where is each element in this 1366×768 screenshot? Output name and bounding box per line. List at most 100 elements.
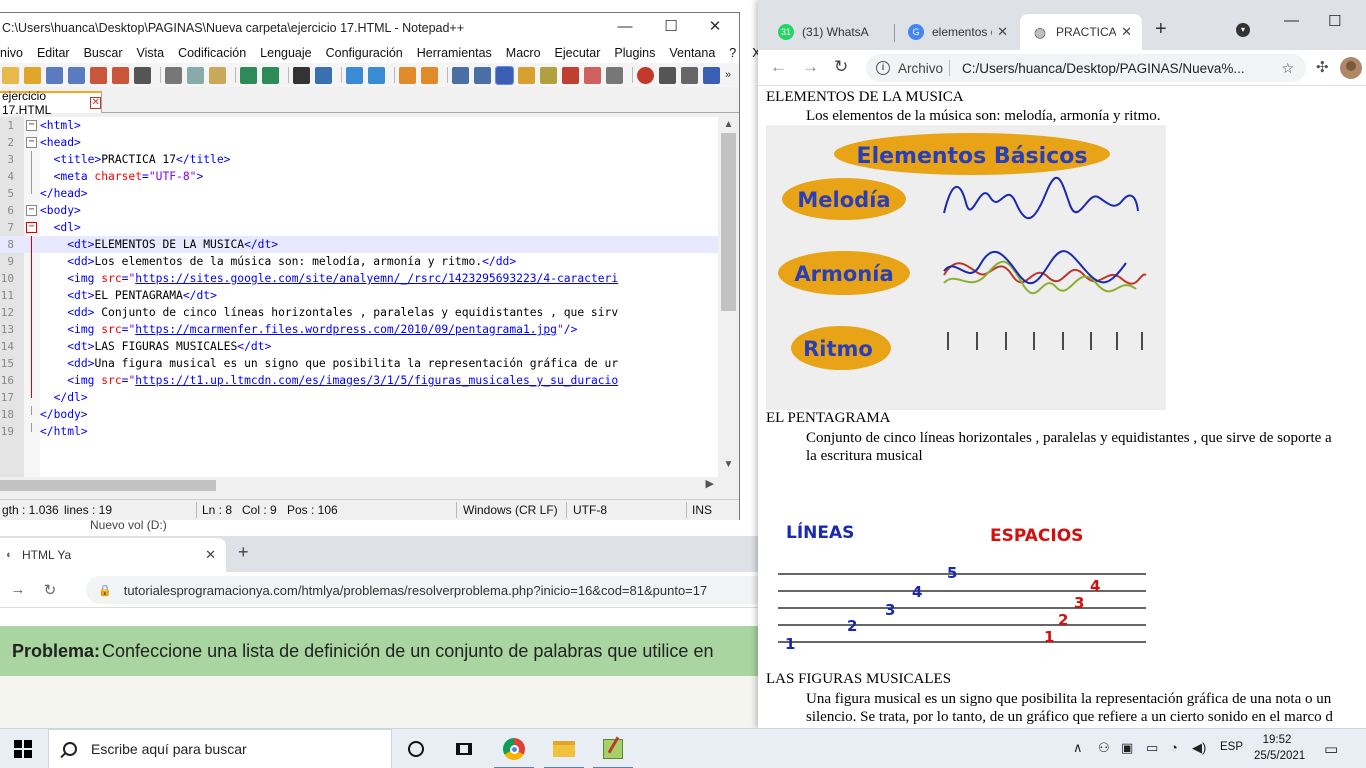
close-icon[interactable]: ✕	[997, 24, 1008, 40]
show-all-chars-icon[interactable]	[474, 66, 491, 84]
menu-item[interactable]: Configuración	[326, 46, 403, 60]
code-line[interactable]: 8 <dt>ELEMENTOS DE LA MUSICA</dt>	[0, 236, 718, 253]
code-editor[interactable]: 1− <html> 2− <head> 3 <title>PRACTICA 17</ti…	[0, 117, 739, 493]
minimize-button[interactable]: —	[602, 17, 648, 39]
maximize-button[interactable]: ☐	[1328, 12, 1341, 30]
fold-minus-icon[interactable]: −	[26, 120, 37, 131]
monitoring-icon[interactable]	[606, 66, 623, 84]
close-icon[interactable]: ✕	[1121, 24, 1132, 40]
address-bar[interactable]: i Archivo C:/Users/huanca/Desktop/PAGINA…	[866, 54, 1306, 82]
battery-icon[interactable]: ▭	[1146, 740, 1158, 756]
tab-whatsapp[interactable]: 31 (31) WhatsA	[766, 14, 890, 50]
scroll-down-icon[interactable]: ▼	[718, 459, 739, 470]
zoom-out-icon[interactable]	[368, 66, 385, 84]
indent-guide-icon[interactable]	[495, 65, 514, 85]
menu-item[interactable]: Macro	[506, 46, 541, 60]
maximize-button[interactable]: ☐	[648, 17, 694, 39]
code-line[interactable]: 17 </dl>	[0, 389, 718, 406]
close-all-icon[interactable]	[112, 66, 129, 84]
forward-icon[interactable]: →	[4, 581, 32, 598]
tab-practica[interactable]: ◍ PRACTICA 1 ✕	[1020, 14, 1142, 50]
scroll-up-icon[interactable]: ▲	[718, 119, 739, 130]
code-line[interactable]: 12 <dd> Conjunto de cinco líneas horizon…	[0, 304, 718, 321]
clock[interactable]: 19:52 25/5/2021	[1254, 732, 1305, 764]
bg-tab-html-ya[interactable]: ◐ HTML Ya ✕	[0, 538, 226, 572]
sync-h-icon[interactable]	[421, 66, 438, 84]
code-line[interactable]: 11 <dt>EL PENTAGRAMA</dt>	[0, 287, 718, 304]
function-list-icon[interactable]	[562, 66, 579, 84]
find-icon[interactable]	[293, 66, 310, 84]
code-line[interactable]: 5 </head>	[0, 185, 718, 202]
new-file-icon[interactable]	[2, 66, 19, 84]
code-line[interactable]: 16 <img src="https://t1.up.ltmcdn.com/es…	[0, 372, 718, 389]
udl-icon[interactable]	[518, 66, 535, 84]
replace-icon[interactable]	[315, 66, 332, 84]
cortana-icon[interactable]	[392, 729, 440, 768]
volume-icon[interactable]: ◀)	[1192, 740, 1206, 756]
horizontal-scroll-thumb[interactable]	[0, 480, 216, 491]
cut-icon[interactable]	[165, 66, 182, 84]
menu-item[interactable]: Buscar	[84, 46, 123, 60]
reload-icon[interactable]: ↻	[36, 581, 64, 599]
record-macro-icon[interactable]	[637, 66, 654, 84]
menu-item[interactable]: Plugins	[614, 46, 655, 60]
sync-v-icon[interactable]	[399, 66, 416, 84]
menu-item[interactable]: Vista	[137, 46, 165, 60]
code-line[interactable]: 14 <dt>LAS FIGURAS MUSICALES</dt>	[0, 338, 718, 355]
notifications-icon[interactable]: ▭	[1324, 740, 1338, 758]
code-line[interactable]: 9 <dd>Los elementos de la música son: me…	[0, 253, 718, 270]
new-tab-button[interactable]: +	[1155, 18, 1167, 41]
bg-url-field[interactable]: 🔒 tutorialesprogramacionya.com/htmlya/pr…	[86, 576, 760, 604]
copy-icon[interactable]	[187, 66, 204, 84]
code-line[interactable]: 10 <img src="https://sites.google.com/si…	[0, 270, 718, 287]
taskbar-search-box[interactable]: Escribe aquí para buscar	[48, 729, 392, 768]
close-tab-icon[interactable]: ✕	[90, 97, 101, 109]
doc-map-icon[interactable]	[540, 66, 557, 84]
code-line[interactable]: 3 <title>PRACTICA 17</title>	[0, 151, 718, 168]
bookmark-star-icon[interactable]: ☆	[1281, 60, 1294, 77]
tab-search-icon[interactable]: ▾	[1236, 23, 1250, 37]
code-line[interactable]: 4 <meta charset="UTF-8">	[0, 168, 718, 185]
code-line[interactable]: 18 </body>	[0, 406, 718, 423]
code-line[interactable]: 13 <img src="https://mcarmenfer.files.wo…	[0, 321, 718, 338]
close-button[interactable]: ✕	[692, 17, 738, 39]
code-line[interactable]: 2 − <head>	[0, 134, 718, 151]
back-icon[interactable]: ←	[770, 57, 787, 77]
notepadpp-taskbar-icon[interactable]	[589, 729, 637, 768]
show-hidden-icons[interactable]: ∧	[1073, 740, 1083, 756]
undo-icon[interactable]	[240, 66, 257, 84]
open-file-icon[interactable]	[24, 66, 41, 84]
reload-icon[interactable]: ↻	[834, 57, 848, 77]
save-all-icon[interactable]	[68, 66, 85, 84]
forward-icon[interactable]: →	[802, 57, 819, 77]
chrome-taskbar-icon[interactable]	[490, 729, 538, 768]
redo-icon[interactable]	[262, 66, 279, 84]
menu-item[interactable]: Herramientas	[417, 46, 492, 60]
doc-tab-ejercicio17[interactable]: ejercicio 17.HTML ✕	[0, 89, 102, 117]
people-icon[interactable]: ⚇	[1098, 740, 1110, 756]
menu-item[interactable]: Editar	[37, 46, 70, 60]
menu-item[interactable]: Codificación	[178, 46, 246, 60]
scroll-right-icon[interactable]: ▶	[706, 477, 714, 490]
meet-now-icon[interactable]: ▣	[1121, 740, 1133, 756]
language-indicator[interactable]: ESP	[1220, 741, 1243, 753]
close-file-icon[interactable]	[90, 66, 107, 84]
word-wrap-icon[interactable]	[452, 66, 469, 84]
menu-item[interactable]: Ventana	[669, 46, 715, 60]
code-line[interactable]: 6 − <body>	[0, 202, 718, 219]
file-explorer-icon[interactable]	[540, 729, 588, 768]
windows-start-icon[interactable]	[14, 740, 32, 758]
run-multiple-icon[interactable]	[703, 66, 720, 84]
menu-item[interactable]: Lenguaje	[260, 46, 311, 60]
vertical-scrollbar[interactable]: ▲ ▼	[718, 117, 739, 493]
print-icon[interactable]	[134, 66, 151, 84]
code-area[interactable]: 1− <html> 2− <head> 3 <title>PRACTICA 17</ti…	[0, 117, 718, 440]
new-tab-button[interactable]: +	[238, 542, 249, 563]
zoom-in-icon[interactable]	[346, 66, 363, 84]
minimize-button[interactable]: —	[1284, 12, 1299, 29]
menu-item[interactable]: ?	[729, 46, 736, 60]
paste-icon[interactable]	[209, 66, 226, 84]
fold-minus-icon[interactable]: −	[26, 222, 37, 233]
toolbar-overflow-icon[interactable]: »	[725, 69, 731, 81]
horizontal-scrollbar[interactable]: ▶	[0, 477, 718, 493]
